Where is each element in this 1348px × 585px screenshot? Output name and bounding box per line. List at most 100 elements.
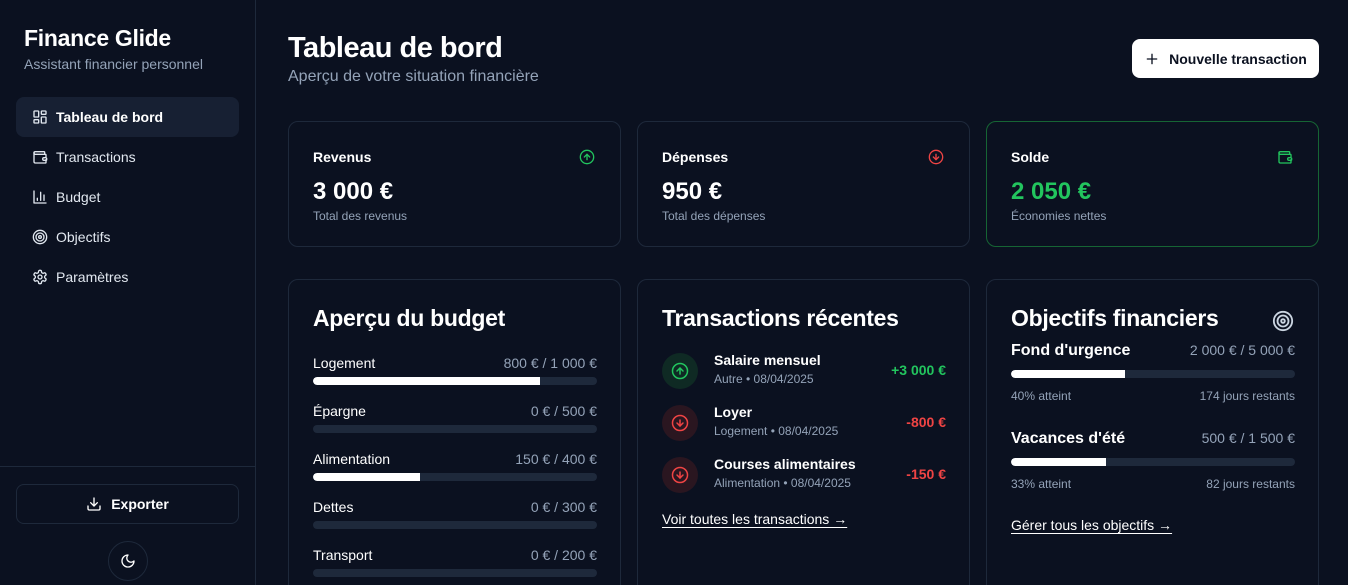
new-transaction-button[interactable]: Nouvelle transaction: [1132, 39, 1319, 78]
arrow-up-circle-icon: [671, 362, 689, 380]
bar-chart-icon: [32, 189, 48, 205]
wallet-icon: [32, 149, 48, 165]
sidebar-item-label: Transactions: [56, 149, 136, 165]
arrow-down-circle-icon: [671, 414, 689, 432]
budget-item-label: Dettes: [313, 499, 354, 515]
budget-progress-fill: [313, 473, 420, 481]
stat-label: Revenus: [313, 149, 372, 165]
goal-progress-fill: [1011, 458, 1106, 466]
sidebar-item-label: Budget: [56, 189, 101, 205]
budget-item-amount: 800 € / 1 000 €: [503, 355, 597, 371]
expense-badge: [662, 405, 698, 441]
arrow-down-circle-icon: [928, 149, 944, 165]
goal-days-remaining: 82 jours restants: [1206, 477, 1295, 491]
budget-progress-track: [313, 569, 597, 577]
plus-icon: [1144, 51, 1160, 67]
app-name: Finance Glide: [24, 25, 171, 51]
income-card: Revenus 3 000 € Total des revenus: [288, 121, 621, 247]
sidebar-item-transactions[interactable]: Transactions: [16, 137, 239, 177]
sidebar-item-label: Tableau de bord: [56, 109, 164, 125]
goal-amount: 500 € / 1 500 €: [1201, 430, 1295, 446]
budget-item-amount: 0 € / 300 €: [530, 499, 597, 515]
view-all-transactions-link[interactable]: Voir toutes les transactions →: [662, 511, 847, 527]
goal-percent: 40% atteint: [1011, 389, 1072, 403]
transaction-amount: -150 €: [906, 466, 946, 482]
budget-progress-fill: [313, 377, 541, 385]
transaction-row[interactable]: Salaire mensuel Autre • 08/04/2025 +3 00…: [662, 352, 946, 392]
goals-title: Objectifs financiers: [1011, 305, 1219, 331]
goal-name: Fond d'urgence: [1011, 342, 1131, 359]
manage-goals-link[interactable]: Gérer tous les objectifs →: [1011, 517, 1172, 533]
goal-progress-track: [1011, 458, 1295, 466]
sidebar-nav: Tableau de bord Transactions Budget Obje…: [16, 97, 239, 297]
goal-days-remaining: 174 jours restants: [1199, 389, 1295, 403]
export-button[interactable]: Exporter: [16, 484, 239, 524]
target-icon: [1272, 310, 1294, 332]
goal-percent: 33% atteint: [1011, 477, 1072, 491]
budget-item-label: Logement: [313, 355, 376, 371]
stat-description: Total des revenus: [313, 209, 408, 223]
transaction-name: Salaire mensuel: [714, 352, 821, 368]
budget-item-label: Alimentation: [313, 451, 391, 467]
stat-label: Solde: [1011, 149, 1050, 165]
page-title: Tableau de bord: [288, 32, 503, 64]
budget-overview-card: Aperçu du budget Logement 800 € / 1 000 …: [288, 279, 621, 585]
expenses-card: Dépenses 950 € Total des dépenses: [637, 121, 970, 247]
expense-badge: [662, 457, 698, 493]
transaction-meta: Logement • 08/04/2025: [714, 424, 839, 438]
stat-label: Dépenses: [662, 149, 729, 165]
transaction-row[interactable]: Loyer Logement • 08/04/2025 -800 €: [662, 404, 946, 444]
transaction-amount: -800 €: [906, 414, 946, 430]
transactions-title: Transactions récentes: [662, 305, 899, 331]
theme-toggle-button[interactable]: [108, 541, 148, 581]
sidebar-item-budget[interactable]: Budget: [16, 177, 239, 217]
recent-transactions-card: Transactions récentes Salaire mensuel Au…: [637, 279, 970, 585]
goal-progress-fill: [1011, 370, 1125, 378]
gear-icon: [32, 269, 48, 285]
download-icon: [86, 496, 102, 512]
wallet-icon: [1277, 149, 1293, 165]
budget-item-label: Épargne: [313, 403, 366, 419]
balance-card: Solde 2 050 € Économies nettes: [986, 121, 1319, 247]
sidebar: Finance Glide Assistant financier person…: [0, 0, 256, 585]
arrow-down-circle-icon: [671, 466, 689, 484]
budget-item-amount: 150 € / 400 €: [515, 451, 597, 467]
export-label: Exporter: [111, 496, 169, 512]
target-icon: [32, 229, 48, 245]
stat-description: Total des dépenses: [662, 209, 766, 223]
transaction-meta: Autre • 08/04/2025: [714, 372, 814, 386]
transaction-name: Loyer: [714, 404, 753, 420]
budget-title: Aperçu du budget: [313, 305, 505, 331]
new-transaction-label: Nouvelle transaction: [1169, 50, 1307, 67]
goal-progress-track: [1011, 370, 1295, 378]
goal-name: Vacances d'été: [1011, 430, 1126, 447]
moon-icon: [120, 553, 136, 569]
goal-amount: 2 000 € / 5 000 €: [1189, 342, 1295, 358]
page-subtitle: Aperçu de votre situation financière: [288, 68, 539, 85]
arrow-up-circle-icon: [579, 149, 595, 165]
sidebar-item-dashboard[interactable]: Tableau de bord: [16, 97, 239, 137]
app-tagline: Assistant financier personnel: [24, 56, 203, 72]
sidebar-item-label: Objectifs: [56, 229, 111, 245]
budget-item-amount: 0 € / 500 €: [530, 403, 597, 419]
sidebar-item-settings[interactable]: Paramètres: [16, 257, 239, 297]
sidebar-divider: [0, 466, 255, 467]
sidebar-item-label: Paramètres: [56, 269, 129, 285]
budget-progress-track: [313, 425, 597, 433]
dashboard-icon: [32, 109, 48, 125]
transaction-row[interactable]: Courses alimentaires Alimentation • 08/0…: [662, 456, 946, 496]
budget-item-amount: 0 € / 200 €: [530, 547, 597, 563]
income-badge: [662, 353, 698, 389]
budget-progress-track: [313, 377, 597, 385]
stat-value: 3 000 €: [313, 178, 394, 205]
budget-progress-track: [313, 521, 597, 529]
budget-item-label: Transport: [313, 547, 373, 563]
budget-progress-track: [313, 473, 597, 481]
transaction-amount: +3 000 €: [891, 362, 946, 378]
stat-description: Économies nettes: [1011, 209, 1107, 223]
transaction-name: Courses alimentaires: [714, 456, 856, 472]
stat-value: 2 050 €: [1011, 178, 1092, 205]
stat-value: 950 €: [662, 178, 723, 205]
sidebar-item-goals[interactable]: Objectifs: [16, 217, 239, 257]
financial-goals-card: Objectifs financiers Fond d'urgence 2 00…: [986, 279, 1319, 585]
